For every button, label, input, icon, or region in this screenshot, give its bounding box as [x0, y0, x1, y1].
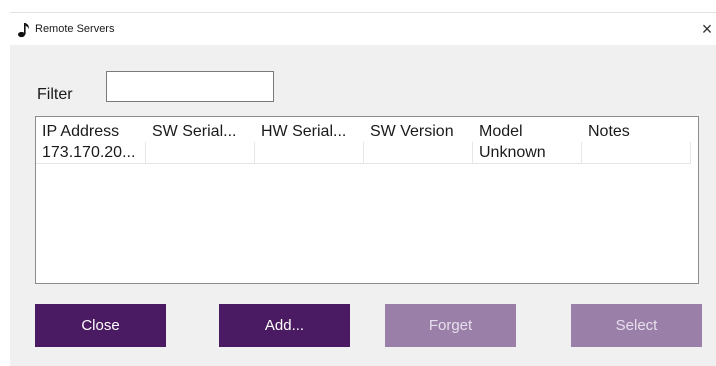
cell-sw-version — [364, 142, 473, 164]
select-button[interactable]: Select — [571, 304, 702, 347]
title-bar: Remote Servers × — [10, 13, 716, 45]
filter-label: Filter — [37, 86, 73, 103]
column-header-ip-address[interactable]: IP Address — [36, 121, 146, 143]
cell-model: Unknown — [473, 142, 582, 164]
close-icon[interactable]: × — [698, 19, 716, 39]
cell-notes — [582, 142, 691, 164]
column-header-model[interactable]: Model — [473, 121, 582, 143]
column-header-hw-serial[interactable]: HW Serial... — [255, 121, 364, 143]
column-header-notes[interactable]: Notes — [582, 121, 691, 143]
music-note-icon — [17, 22, 31, 38]
servers-list[interactable]: IP Address SW Serial... HW Serial... SW … — [35, 116, 699, 284]
forget-button[interactable]: Forget — [385, 304, 516, 347]
cell-sw-serial — [146, 142, 255, 164]
add-button[interactable]: Add... — [219, 304, 350, 347]
column-header-sw-serial[interactable]: SW Serial... — [146, 121, 255, 143]
column-header-row: IP Address SW Serial... HW Serial... SW … — [36, 121, 691, 143]
window-title: Remote Servers — [35, 23, 115, 35]
filter-input[interactable] — [106, 71, 274, 102]
remote-servers-dialog: Remote Servers × Filter IP Address SW Se… — [10, 12, 716, 366]
column-header-sw-version[interactable]: SW Version — [364, 121, 473, 143]
cell-ip-address: 173.170.20... — [36, 142, 146, 164]
close-button[interactable]: Close — [35, 304, 166, 347]
table-row[interactable]: 173.170.20... Unknown — [36, 142, 691, 164]
cell-hw-serial — [255, 142, 364, 164]
